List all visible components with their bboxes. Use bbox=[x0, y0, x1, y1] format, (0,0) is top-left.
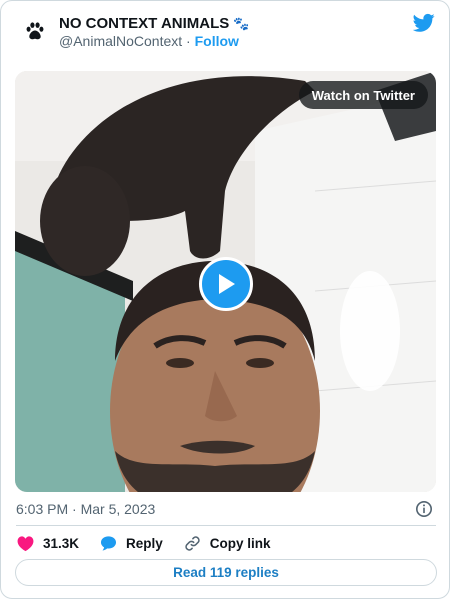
paw-print-icon bbox=[26, 22, 44, 40]
play-button[interactable] bbox=[199, 257, 253, 311]
heart-icon bbox=[17, 535, 34, 551]
display-name[interactable]: NO CONTEXT ANIMALS bbox=[59, 15, 229, 32]
copy-link-label: Copy link bbox=[209, 535, 271, 551]
account-handle[interactable]: @AnimalNoContext bbox=[59, 33, 182, 49]
reply-label: Reply bbox=[126, 535, 163, 551]
copy-link-button[interactable]: Copy link bbox=[183, 534, 271, 553]
reply-button[interactable]: Reply bbox=[99, 534, 163, 553]
reply-bubble-icon bbox=[101, 535, 117, 550]
tweet-timestamp[interactable]: 6:03 PM · Mar 5, 2023 bbox=[16, 501, 155, 517]
like-count: 31.3K bbox=[43, 535, 80, 551]
video-media[interactable]: Watch on Twitter bbox=[15, 71, 436, 492]
read-replies-button[interactable]: Read 119 replies bbox=[15, 559, 437, 586]
divider bbox=[16, 525, 436, 526]
info-icon[interactable] bbox=[415, 500, 433, 518]
handle-row: @AnimalNoContext · Follow bbox=[59, 33, 239, 49]
tweet-embed-card: NO CONTEXT ANIMALS 🐾 @AnimalNoContext · … bbox=[0, 0, 450, 599]
name-emoji: 🐾 bbox=[233, 15, 250, 31]
watch-on-twitter-button[interactable]: Watch on Twitter bbox=[298, 81, 428, 109]
twitter-bird-icon[interactable] bbox=[413, 13, 435, 33]
like-button[interactable]: 31.3K bbox=[16, 534, 79, 553]
tweet-actions: 31.3K Reply Copy link bbox=[16, 533, 291, 553]
follow-link[interactable]: Follow bbox=[195, 33, 239, 49]
display-name-row[interactable]: NO CONTEXT ANIMALS 🐾 bbox=[59, 15, 249, 32]
play-icon bbox=[219, 274, 235, 294]
tweet-header: NO CONTEXT ANIMALS 🐾 @AnimalNoContext · … bbox=[1, 1, 449, 61]
link-icon bbox=[185, 535, 200, 551]
separator: · bbox=[186, 33, 191, 49]
avatar[interactable] bbox=[17, 13, 53, 49]
